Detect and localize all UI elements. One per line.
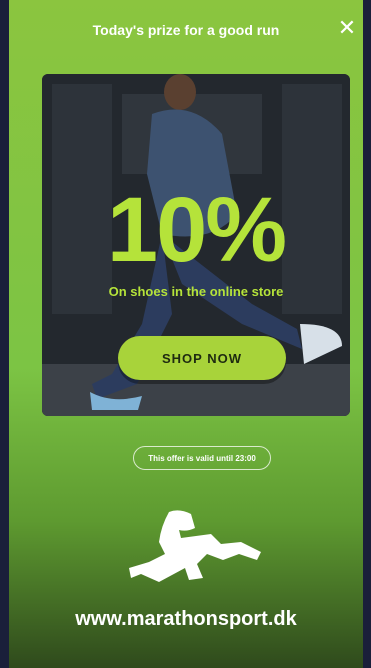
modal-title: Today's prize for a good run [92, 22, 280, 38]
shop-now-button[interactable]: SHOP NOW [118, 336, 286, 380]
offer-validity-badge: This offer is valid until 23:00 [133, 446, 271, 470]
promo-modal: Today's prize for a good run ✕ 10% On sh… [9, 0, 363, 668]
promo-banner[interactable]: 10% On shoes in the online store SHOP NO… [42, 74, 350, 416]
website-url[interactable]: www.marathonsport.dk [9, 608, 363, 631]
discount-subtitle: On shoes in the online store [108, 284, 284, 299]
running-man-logo [129, 510, 261, 582]
close-icon[interactable]: ✕ [335, 16, 359, 40]
discount-percent: 10% [106, 179, 287, 281]
